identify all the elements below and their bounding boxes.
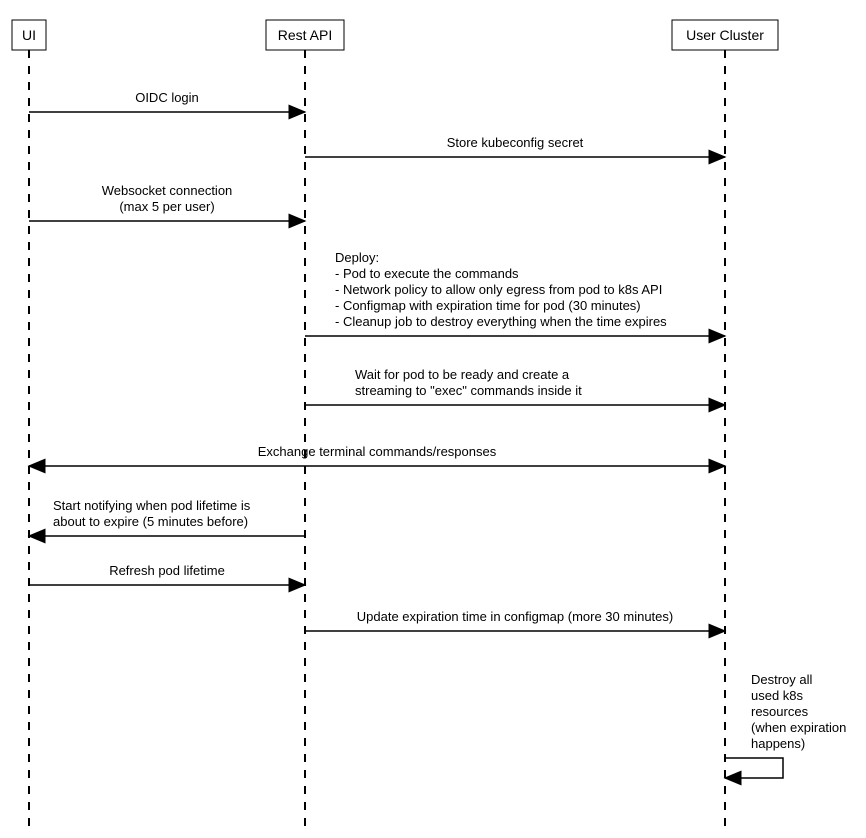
msg-ws2: (max 5 per user) <box>119 199 214 214</box>
msg-deploy-2: - Network policy to allow only egress fr… <box>335 282 662 297</box>
msg-destroy-3: resources <box>751 704 809 719</box>
msg-deploy-1: - Pod to execute the commands <box>335 266 519 281</box>
actor-cluster-label: User Cluster <box>686 27 764 43</box>
msg-destroy-4: (when expiration <box>751 720 846 735</box>
sequence-diagram: UI Rest API User Cluster OIDC login Stor… <box>0 0 866 838</box>
msg-notify-2: about to expire (5 minutes before) <box>53 514 248 529</box>
msg-deploy-3: - Configmap with expiration time for pod… <box>335 298 641 313</box>
msg-refresh: Refresh pod lifetime <box>109 563 225 578</box>
arrow-destroy <box>725 758 783 778</box>
msg-destroy-5: happens) <box>751 736 805 751</box>
msg-exchange: Exchange terminal commands/responses <box>258 444 497 459</box>
msg-notify-1: Start notifying when pod lifetime is <box>53 498 251 513</box>
msg-deploy-h: Deploy: <box>335 250 379 265</box>
msg-deploy-4: - Cleanup job to destroy everything when… <box>335 314 667 329</box>
msg-store-secret: Store kubeconfig secret <box>447 135 584 150</box>
msg-ws1: Websocket connection <box>102 183 233 198</box>
msg-wait-1: Wait for pod to be ready and create a <box>355 367 570 382</box>
actor-api-label: Rest API <box>278 27 332 43</box>
msg-oidc: OIDC login <box>135 90 199 105</box>
actor-ui-label: UI <box>22 27 36 43</box>
msg-update: Update expiration time in configmap (mor… <box>357 609 673 624</box>
msg-destroy-2: used k8s <box>751 688 804 703</box>
msg-wait-2: streaming to "exec" commands inside it <box>355 383 582 398</box>
msg-destroy-1: Destroy all <box>751 672 813 687</box>
